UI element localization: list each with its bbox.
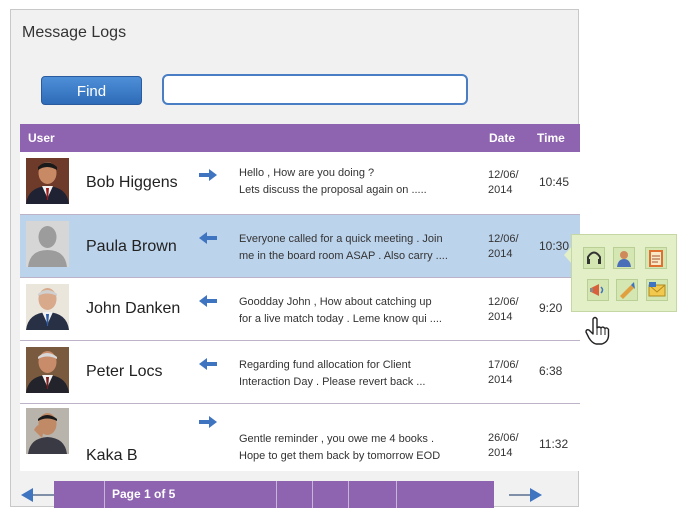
message-preview: Gentle reminder , you owe me 4 books . H… bbox=[239, 431, 484, 465]
date-day-month: 17/06/ bbox=[488, 359, 519, 371]
table-header: User Date Time bbox=[20, 124, 580, 152]
avatar bbox=[26, 408, 69, 454]
date-year: 2014 bbox=[488, 447, 513, 459]
outgoing-arrow-icon bbox=[199, 416, 217, 428]
avatar-placeholder bbox=[26, 221, 69, 267]
next-page-icon[interactable] bbox=[509, 488, 542, 502]
incoming-arrow-icon bbox=[199, 295, 217, 307]
message-line: Everyone called for a quick meeting . Jo… bbox=[239, 233, 443, 245]
forward-icon[interactable] bbox=[616, 279, 638, 301]
table-row[interactable]: Peter Locs Regarding fund allocation for… bbox=[20, 341, 580, 404]
message-line: Hope to get them back by tomorrow EOD bbox=[239, 450, 441, 462]
date-year: 2014 bbox=[488, 311, 513, 323]
date-year: 2014 bbox=[488, 374, 513, 386]
date-year: 2014 bbox=[488, 184, 513, 196]
message-date: 12/06/ 2014 bbox=[488, 232, 528, 262]
message-line: Regarding fund allocation for Client bbox=[239, 359, 411, 371]
message-date: 17/06/ 2014 bbox=[488, 358, 528, 388]
incoming-arrow-icon bbox=[199, 358, 217, 370]
message-date: 12/06/ 2014 bbox=[488, 295, 528, 325]
column-header-time[interactable]: Time bbox=[537, 131, 565, 145]
message-time: 6:38 bbox=[539, 364, 563, 378]
find-button[interactable]: Find bbox=[41, 76, 142, 105]
date-day-month: 26/06/ bbox=[488, 432, 519, 444]
message-logs-panel: Message Logs Find User Date Time Bob Hig… bbox=[10, 9, 580, 508]
message-line: me in the board room ASAP . Also carry .… bbox=[239, 250, 448, 262]
user-name: John Danken bbox=[86, 300, 181, 317]
row-actions-popup bbox=[571, 234, 677, 312]
avatar bbox=[26, 347, 69, 393]
message-line: for a live match today . Leme know qui .… bbox=[239, 313, 442, 325]
message-preview: Hello , How are you doing ? Lets discuss… bbox=[239, 165, 484, 199]
message-date: 26/06/ 2014 bbox=[488, 431, 528, 461]
page-indicator: Page 1 of 5 bbox=[112, 487, 176, 501]
table-row[interactable]: Kaka B Gentle reminder , you owe me 4 bo… bbox=[20, 404, 580, 471]
message-preview: Everyone called for a quick meeting . Jo… bbox=[239, 231, 484, 265]
table-row[interactable]: Bob Higgens Hello , How are you doing ? … bbox=[20, 152, 580, 215]
email-icon[interactable] bbox=[646, 279, 668, 301]
incoming-arrow-icon bbox=[199, 232, 217, 244]
message-preview: Regarding fund allocation for Client Int… bbox=[239, 357, 484, 391]
date-day-month: 12/06/ bbox=[488, 296, 519, 308]
message-preview: Goodday John , How about catching up for… bbox=[239, 294, 484, 328]
table-row-selected[interactable]: Paula Brown Everyone called for a quick … bbox=[20, 215, 580, 278]
message-line: Lets discuss the proposal again on ..... bbox=[239, 184, 427, 196]
message-line: Gentle reminder , you owe me 4 books . bbox=[239, 433, 435, 445]
pager-divider bbox=[312, 481, 313, 508]
message-time: 9:20 bbox=[539, 301, 563, 315]
search-input[interactable] bbox=[162, 74, 468, 105]
avatar bbox=[26, 284, 69, 330]
pagination-bar: Page 1 of 5 bbox=[54, 481, 494, 508]
broadcast-icon[interactable] bbox=[587, 279, 609, 301]
pager-divider bbox=[396, 481, 397, 508]
message-date: 12/06/ 2014 bbox=[488, 168, 528, 198]
message-line: Interaction Day . Please revert back ... bbox=[239, 376, 426, 388]
date-day-month: 12/06/ bbox=[488, 233, 519, 245]
message-line: Hello , How are you doing ? bbox=[239, 167, 375, 179]
table-row[interactable]: John Danken Goodday John , How about cat… bbox=[20, 278, 580, 341]
column-header-date[interactable]: Date bbox=[489, 131, 515, 145]
date-day-month: 12/06/ bbox=[488, 169, 519, 181]
user-name: Kaka B bbox=[86, 447, 138, 464]
pager-divider bbox=[276, 481, 277, 508]
contact-icon[interactable] bbox=[613, 247, 635, 269]
headset-icon[interactable] bbox=[583, 247, 605, 269]
user-name: Paula Brown bbox=[86, 238, 177, 255]
outgoing-arrow-icon bbox=[199, 169, 217, 181]
pager-divider bbox=[348, 481, 349, 508]
message-time: 11:32 bbox=[539, 437, 569, 451]
page-title: Message Logs bbox=[22, 24, 127, 41]
user-name: Peter Locs bbox=[86, 363, 163, 380]
user-name: Bob Higgens bbox=[86, 174, 178, 191]
avatar bbox=[26, 158, 69, 204]
pager-divider bbox=[104, 481, 105, 508]
hand-cursor-icon bbox=[585, 316, 610, 345]
message-time: 10:45 bbox=[539, 175, 570, 189]
column-header-user[interactable]: User bbox=[28, 131, 55, 145]
previous-page-icon[interactable] bbox=[21, 488, 54, 502]
notes-icon[interactable] bbox=[645, 247, 667, 269]
message-line: Goodday John , How about catching up bbox=[239, 296, 432, 308]
date-year: 2014 bbox=[488, 248, 513, 260]
